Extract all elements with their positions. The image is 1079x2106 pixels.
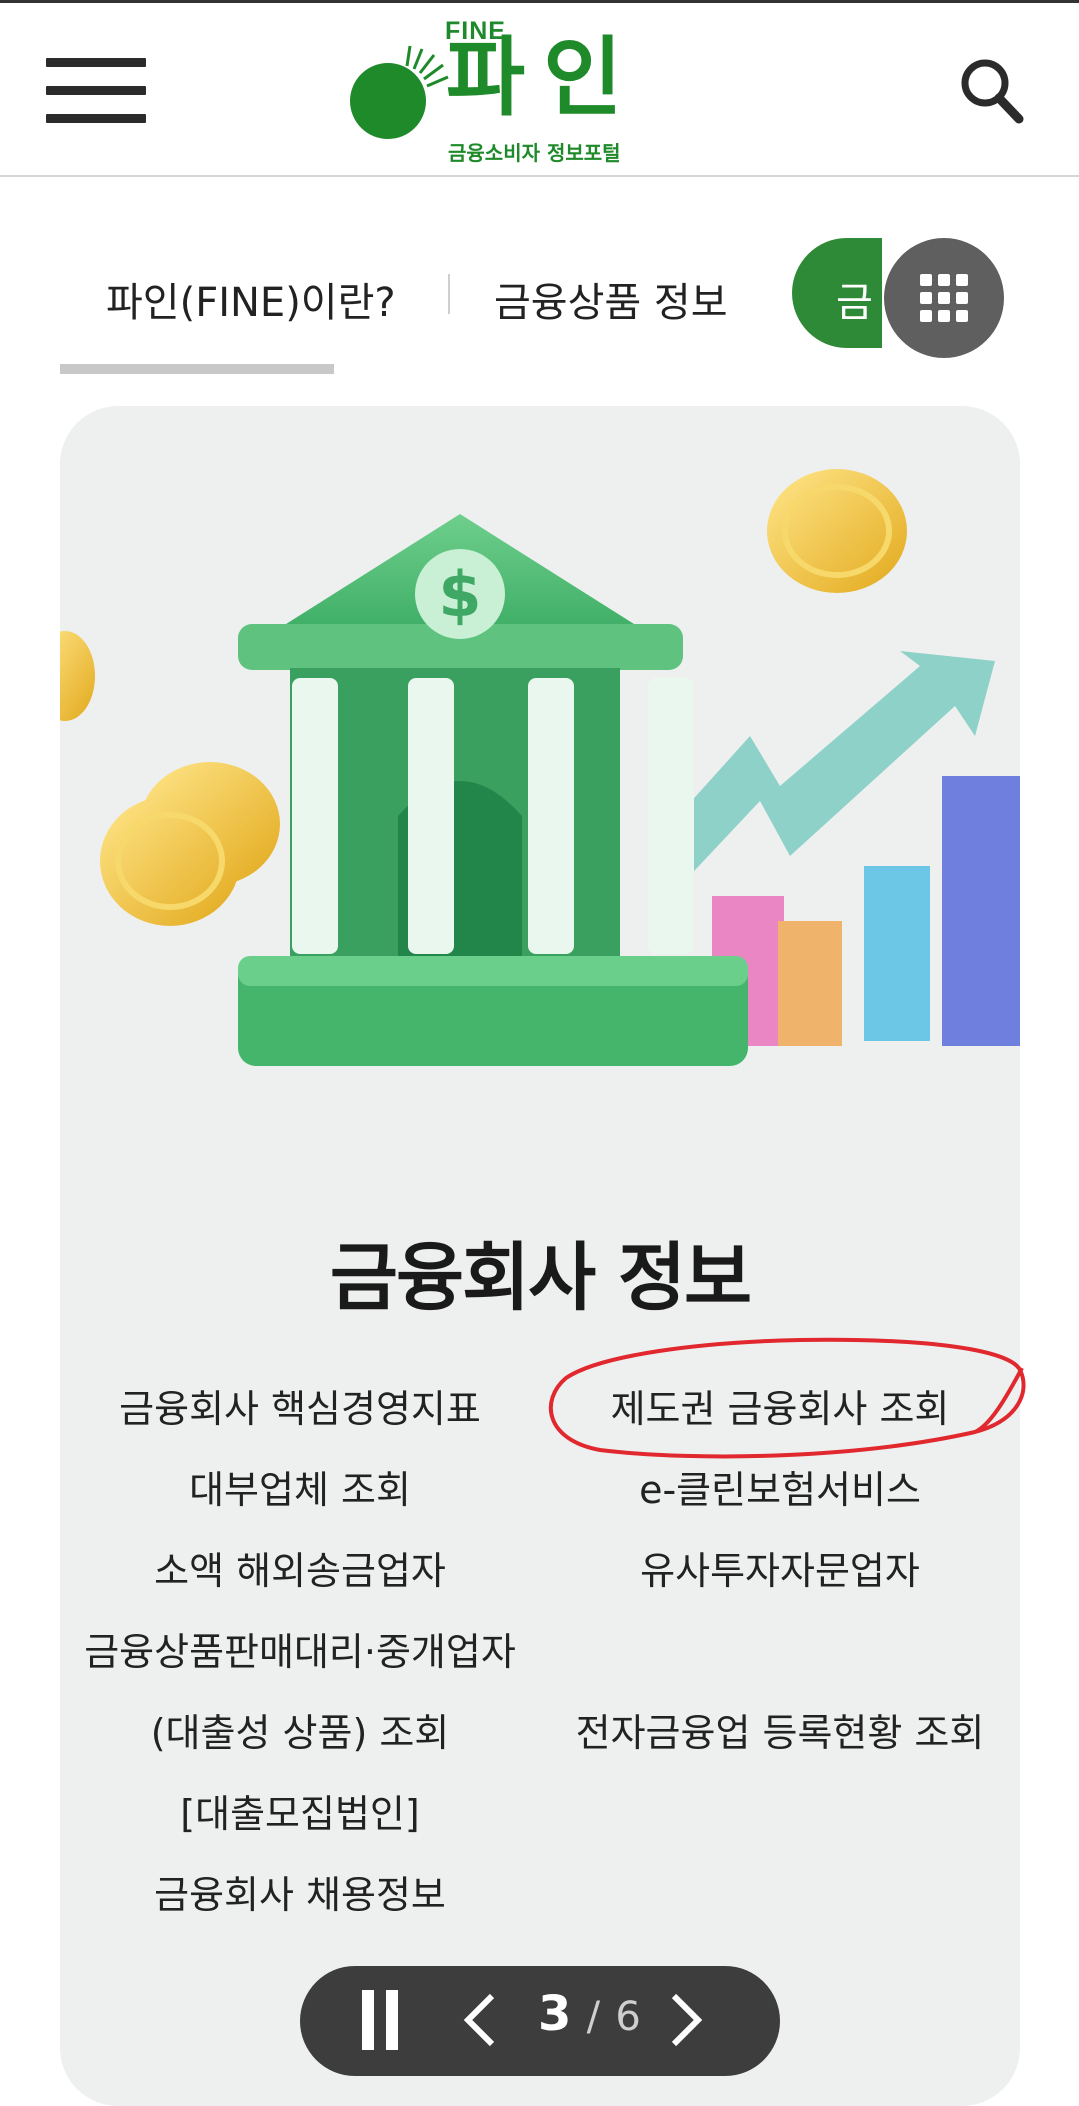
- slide-total: 6: [615, 1994, 641, 2040]
- slide-separator: /: [586, 1994, 601, 2040]
- chevron-right-icon[interactable]: [666, 1990, 706, 2050]
- link-lender-lookup[interactable]: 대부업체 조회: [189, 1459, 411, 1514]
- link-e-finance-registration[interactable]: 전자금융업 등록현황 조회: [576, 1702, 985, 1757]
- logo-subtitle: 금융소비자 정보포털: [448, 141, 621, 165]
- svg-text:$: $: [438, 558, 481, 631]
- fine-logo[interactable]: FINE 파인 금융소비자 정보포털: [348, 13, 648, 168]
- link-institutional-company-lookup[interactable]: 제도권 금융회사 조회: [611, 1378, 950, 1433]
- tab-financial-companies[interactable]: 금: [792, 238, 882, 348]
- financial-company-card: $ 금융회사 정보 금융회사 핵심경영지표 제도권 금융회사 조회 대부업체 조…: [60, 406, 1020, 2106]
- chevron-left-icon[interactable]: [460, 1990, 500, 2050]
- link-sales-agent-line1[interactable]: 금융상품판매대리·중개업자: [84, 1621, 516, 1676]
- menu-bar: [46, 86, 146, 95]
- pause-icon[interactable]: [362, 1990, 402, 2050]
- logo-main-text: 파인: [446, 28, 641, 128]
- tab-about-fine[interactable]: 파인(FINE)이란?: [106, 270, 396, 328]
- tab-label: 금: [836, 280, 873, 326]
- hamburger-menu-icon[interactable]: [46, 55, 146, 127]
- link-similar-advisory[interactable]: 유사투자자문업자: [640, 1540, 920, 1595]
- active-tab-indicator: [60, 364, 334, 374]
- link-recruitment[interactable]: 금융회사 채용정보: [154, 1864, 446, 1919]
- bank-illustration: $: [60, 469, 1020, 1066]
- apps-grid-icon[interactable]: [884, 238, 1004, 358]
- menu-bar: [46, 114, 146, 123]
- link-core-indicators[interactable]: 금융회사 핵심경영지표: [119, 1378, 481, 1433]
- tab-financial-products[interactable]: 금융상품 정보: [494, 270, 728, 328]
- menu-bar: [46, 58, 146, 67]
- slide-counter: 3 / 6: [538, 1986, 641, 2042]
- link-small-remittance[interactable]: 소액 해외송금업자: [154, 1540, 446, 1595]
- logo-sun-icon: [350, 45, 449, 139]
- link-sales-agent-line3[interactable]: [대출모집법인]: [180, 1783, 419, 1838]
- slider-controls: 3 / 6: [300, 1966, 780, 2076]
- grid-dots-icon: [920, 274, 968, 322]
- slide-current: 3: [538, 1986, 572, 2042]
- category-tabs: 파인(FINE)이란? 금융상품 정보 금: [0, 176, 1079, 386]
- tab-divider: [448, 274, 450, 314]
- site-header: FINE 파인 금융소비자 정보포털: [0, 3, 1079, 177]
- search-icon[interactable]: [955, 55, 1027, 127]
- link-eclean-insurance[interactable]: e-클린보험서비스: [639, 1459, 921, 1514]
- link-sales-agent-line2[interactable]: (대출성 상품) 조회: [151, 1702, 450, 1757]
- card-title: 금융회사 정보: [329, 1235, 752, 1321]
